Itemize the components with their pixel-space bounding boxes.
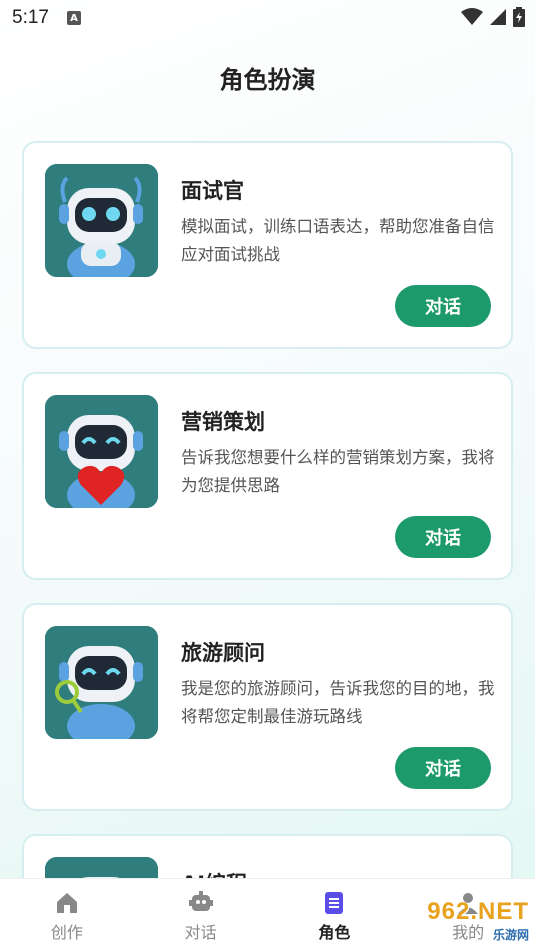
chat-button[interactable]: 对话 [395,747,491,789]
battery-icon [513,7,525,27]
robot-magnifier-avatar [45,626,158,739]
status-icons [461,7,525,27]
role-description: 我是您的旅游顾问，告诉我您的目的地，我将帮您定制最佳游玩路线 [181,679,495,726]
role-card-list: 面试官 模拟面试，训练口语表达，帮助您准备自信应对面试挑战 对话 营销策划 告诉… [22,141,513,952]
chat-button[interactable]: 对话 [395,516,491,558]
nav-item-roles[interactable]: 角色 [268,879,402,952]
role-title: 旅游顾问 [181,641,265,665]
document-icon [322,891,346,915]
status-bar: 5:17 A [0,0,535,36]
status-time: 5:17 [12,7,49,28]
watermark-logo: 962.NET 乐游网 [394,895,529,945]
nav-item-create[interactable]: 创作 [0,879,134,952]
role-description: 模拟面试，训练口语表达，帮助您准备自信应对面试挑战 [181,217,495,264]
robot-heart-avatar [45,395,158,508]
nav-item-chat[interactable]: 对话 [134,879,268,952]
chat-button[interactable]: 对话 [395,285,491,327]
signal-icon [490,9,506,25]
role-card-marketing[interactable]: 营销策划 告诉我您想要什么样的营销策划方案，我将为您提供思路 对话 [22,372,513,580]
role-card-interviewer[interactable]: 面试官 模拟面试，训练口语表达，帮助您准备自信应对面试挑战 对话 [22,141,513,349]
page-title: 角色扮演 [219,66,316,94]
role-title: 面试官 [181,179,244,203]
wifi-icon [461,8,483,25]
robot-avatar [45,164,158,277]
role-title: 营销策划 [181,410,265,434]
nav-label: 角色 [318,923,351,942]
role-card-travel[interactable]: 旅游顾问 我是您的旅游顾问，告诉我您的目的地，我将帮您定制最佳游玩路线 对话 [22,603,513,811]
role-description: 告诉我您想要什么样的营销策划方案，我将为您提供思路 [181,448,495,495]
robot-icon [188,891,213,915]
notification-a-icon: A [66,11,81,25]
nav-label: 创作 [50,923,83,942]
watermark-main: 962.NET [427,897,529,925]
home-icon [55,891,79,915]
nav-label: 对话 [184,923,217,942]
watermark-sub: 乐游网 [492,927,529,942]
